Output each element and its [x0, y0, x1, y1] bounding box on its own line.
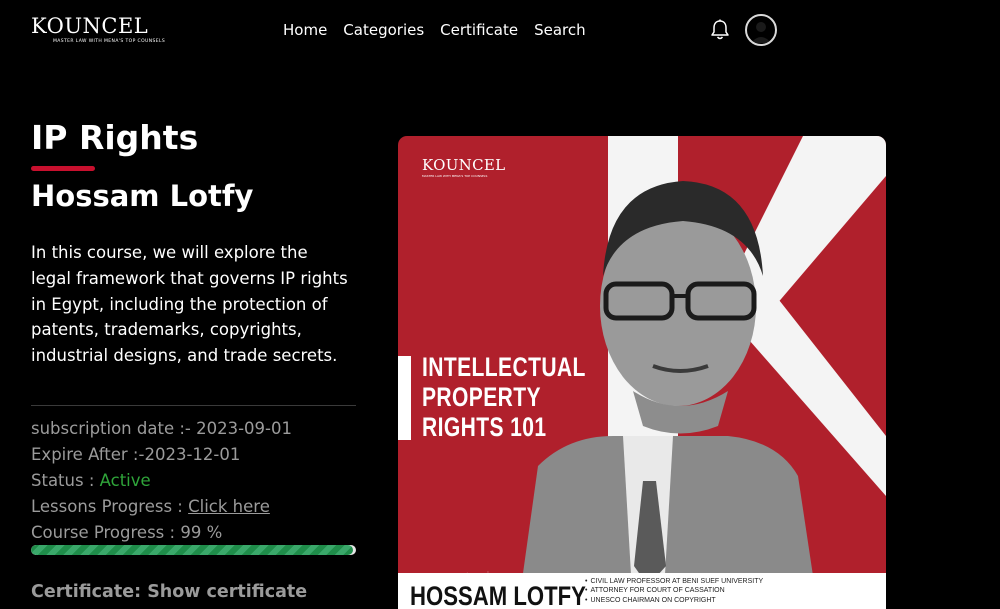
poster-title-bar — [398, 356, 411, 440]
course-description: In this course, we will explore the lega… — [31, 243, 348, 366]
title-underline — [31, 166, 95, 171]
poster-instructor-name: HOSSAM LOTFY — [410, 581, 586, 609]
poster-title: INTELLECTUAL PROPERTY RIGHTS 101 — [422, 352, 609, 442]
nav-search[interactable]: Search — [534, 20, 586, 40]
poster-bio-item: CIVIL LAW PROFESSOR AT BENI SUEF UNIVERS… — [585, 577, 763, 586]
user-avatar[interactable] — [745, 14, 777, 46]
course-title: IP Rights — [31, 118, 199, 157]
nav-home[interactable]: Home — [283, 20, 327, 40]
subscription-date-value: 2023-09-01 — [196, 419, 292, 438]
course-poster: KOUNCEL MASTER LAW WITH MENA'S TOP COUNS… — [398, 136, 886, 609]
course-progress-row: Course Progress : 99 % — [31, 522, 361, 544]
site-logo[interactable]: KOUNCEL MASTER LAW WITH MENA'S TOP COUNS… — [31, 14, 166, 44]
nav-certificate[interactable]: Certificate — [440, 20, 518, 40]
poster-logo: KOUNCEL MASTER LAW WITH MENA'S TOP COUNS… — [422, 156, 505, 178]
user-icon — [751, 22, 771, 43]
bell-icon[interactable] — [710, 19, 730, 41]
subscription-date-row: subscription date :- 2023-09-01 — [31, 418, 361, 440]
poster-title-line: RIGHTS 101 — [422, 412, 547, 442]
expire-date-row: Expire After :-2023-12-01 — [31, 444, 361, 466]
poster-bio-item: UNESCO CHAIRMAN ON COPYRIGHT — [585, 596, 763, 605]
certificate-label: Certificate: — [31, 582, 148, 602]
main-nav: Home Categories Certificate Search — [283, 20, 586, 40]
poster-bio-list: CIVIL LAW PROFESSOR AT BENI SUEF UNIVERS… — [585, 577, 763, 605]
lessons-progress-label: Lessons Progress : — [31, 497, 189, 516]
status-badge: Active — [99, 471, 151, 490]
show-certificate-link[interactable]: Show certificate — [147, 582, 307, 602]
divider — [31, 405, 356, 406]
expire-date-value: 2023-12-01 — [144, 445, 241, 464]
status-row: Status : Active — [31, 470, 361, 492]
course-progress-bar — [31, 545, 356, 555]
certificate-row: Certificate: Show certificate — [31, 580, 307, 604]
logo-wordmark: KOUNCEL — [31, 14, 149, 38]
logo-tagline: MASTER LAW WITH MENA'S TOP COUNSELS — [53, 39, 166, 44]
expire-date-label: Expire After :- — [31, 445, 145, 464]
lessons-progress-link[interactable]: Click here — [188, 497, 270, 516]
poster-title-line: PROPERTY — [422, 382, 541, 412]
poster-bio-item: ATTORNEY FOR COURT OF CASSATION — [585, 586, 763, 595]
nav-categories[interactable]: Categories — [343, 20, 424, 40]
status-label: Status : — [31, 471, 100, 490]
subscription-date-label: subscription date :- — [31, 419, 197, 438]
lessons-progress-row: Lessons Progress : Click here — [31, 496, 361, 518]
poster-logo-wordmark: KOUNCEL — [422, 156, 506, 174]
poster-title-line: INTELLECTUAL — [422, 352, 586, 382]
instructor-name: Hossam Lotfy — [31, 179, 254, 213]
course-progress-value: 99 % — [180, 523, 223, 542]
course-progress-label: Course Progress : — [31, 523, 181, 542]
poster-logo-tagline: MASTER LAW WITH MENA'S TOP COUNSELS — [422, 174, 488, 178]
course-progress-fill — [31, 545, 353, 555]
